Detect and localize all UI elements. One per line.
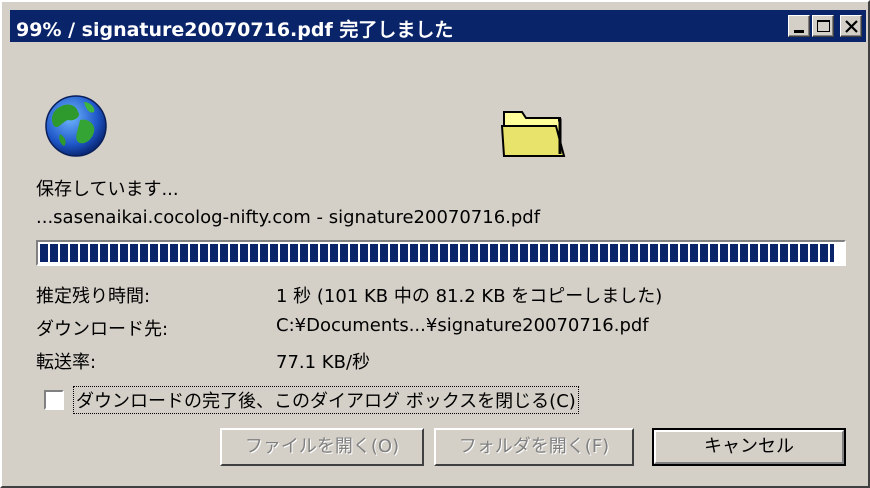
maximize-button[interactable] [812,15,834,37]
close-button[interactable] [840,15,862,37]
eta-label: 推定残り時間: [36,286,151,307]
cancel-button-label: キャンセル [654,430,844,464]
destination-value: C:¥Documents...¥signature20070716.pdf [276,315,649,336]
destination-label: ダウンロード先: [36,319,169,340]
saving-label: 保存しています... [36,179,179,200]
close-icon [845,20,858,33]
transfer-rate-label: 転送率: [36,352,97,373]
globe-icon [45,95,107,157]
window-title: 99% / signature20070716.pdf 完了しました [16,19,454,41]
open-file-button[interactable]: ファイルを開く(O) [220,428,424,466]
eta-value: 1 秒 (101 KB 中の 81.2 KB をコピーしました) [276,286,663,307]
download-dialog: 99% / signature20070716.pdf 完了しました 保存してい… [0,0,870,488]
minimize-icon [794,30,804,33]
open-folder-button[interactable]: フォルダを開く(F) [434,428,634,466]
source-line: ...sasenaikai.cocolog-nifty.com - signat… [36,207,541,228]
close-on-complete-checkbox[interactable] [44,390,64,410]
progress-fill [40,244,834,262]
folder-icon [500,111,566,157]
title-bar[interactable]: 99% / signature20070716.pdf 完了しました [10,10,866,42]
download-progress-bar [36,240,846,266]
minimize-button[interactable] [788,15,810,37]
maximize-icon [817,20,830,32]
transfer-rate-value: 77.1 KB/秒 [276,352,371,373]
cancel-button[interactable]: キャンセル [652,428,846,466]
close-on-complete-label[interactable]: ダウンロードの完了後、このダイアログ ボックスを閉じる(C) [73,386,579,414]
